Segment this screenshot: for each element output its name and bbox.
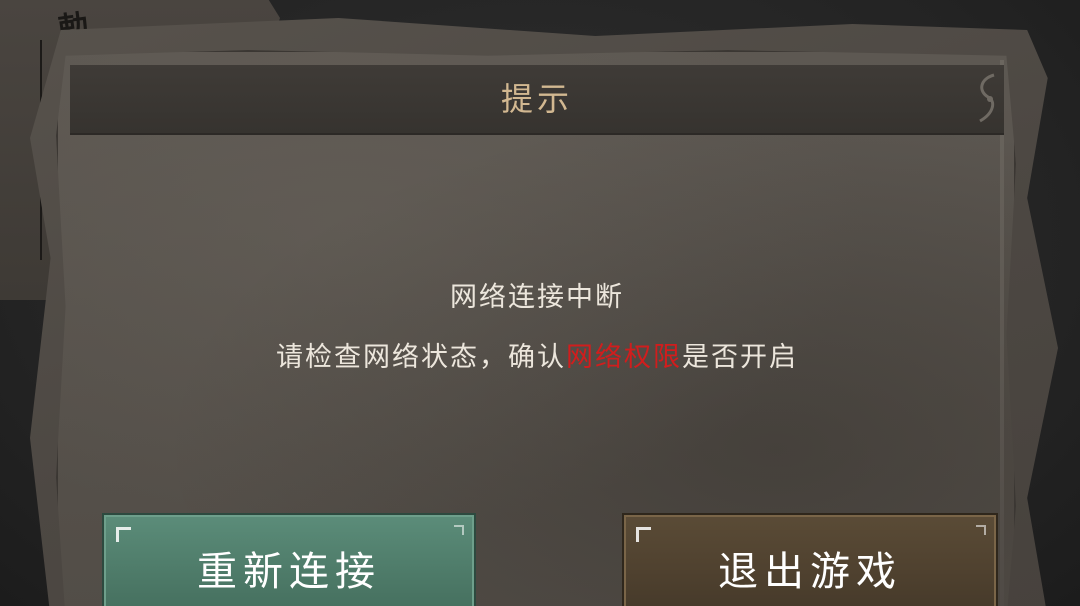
exit-game-button-label: 退出游戏 bbox=[718, 549, 902, 595]
message-line-2-suffix: 是否开启 bbox=[682, 342, 798, 373]
message-line-2: 请检查网络状态，确认网络权限是否开启 bbox=[70, 335, 1004, 374]
dialog-right-edge bbox=[1000, 60, 1004, 606]
button-corner-icon bbox=[454, 525, 464, 535]
message-line-2-text: 请检查网络状态，确认 bbox=[276, 342, 566, 373]
reconnect-button[interactable]: 重新连接 bbox=[104, 515, 474, 606]
scroll-ornament-icon bbox=[979, 73, 995, 123]
button-corner-icon bbox=[976, 525, 986, 535]
network-permission-highlight: 网络权限 bbox=[566, 342, 682, 373]
exit-game-button[interactable]: 退出游戏 bbox=[624, 515, 996, 606]
reconnect-button-label: 重新连接 bbox=[197, 549, 381, 595]
game-screen: 勅 提示 网络连接中断 请检查网络状态，确认网络权限是否开启 重新连接 退出游戏 bbox=[0, 0, 1080, 606]
message-line-1: 网络连接中断 bbox=[450, 282, 624, 313]
button-corner-icon bbox=[636, 527, 651, 542]
dialog-title: 提示 bbox=[500, 80, 573, 118]
button-corner-icon bbox=[116, 527, 131, 542]
dialog-title-bar: 提示 bbox=[70, 65, 1004, 135]
